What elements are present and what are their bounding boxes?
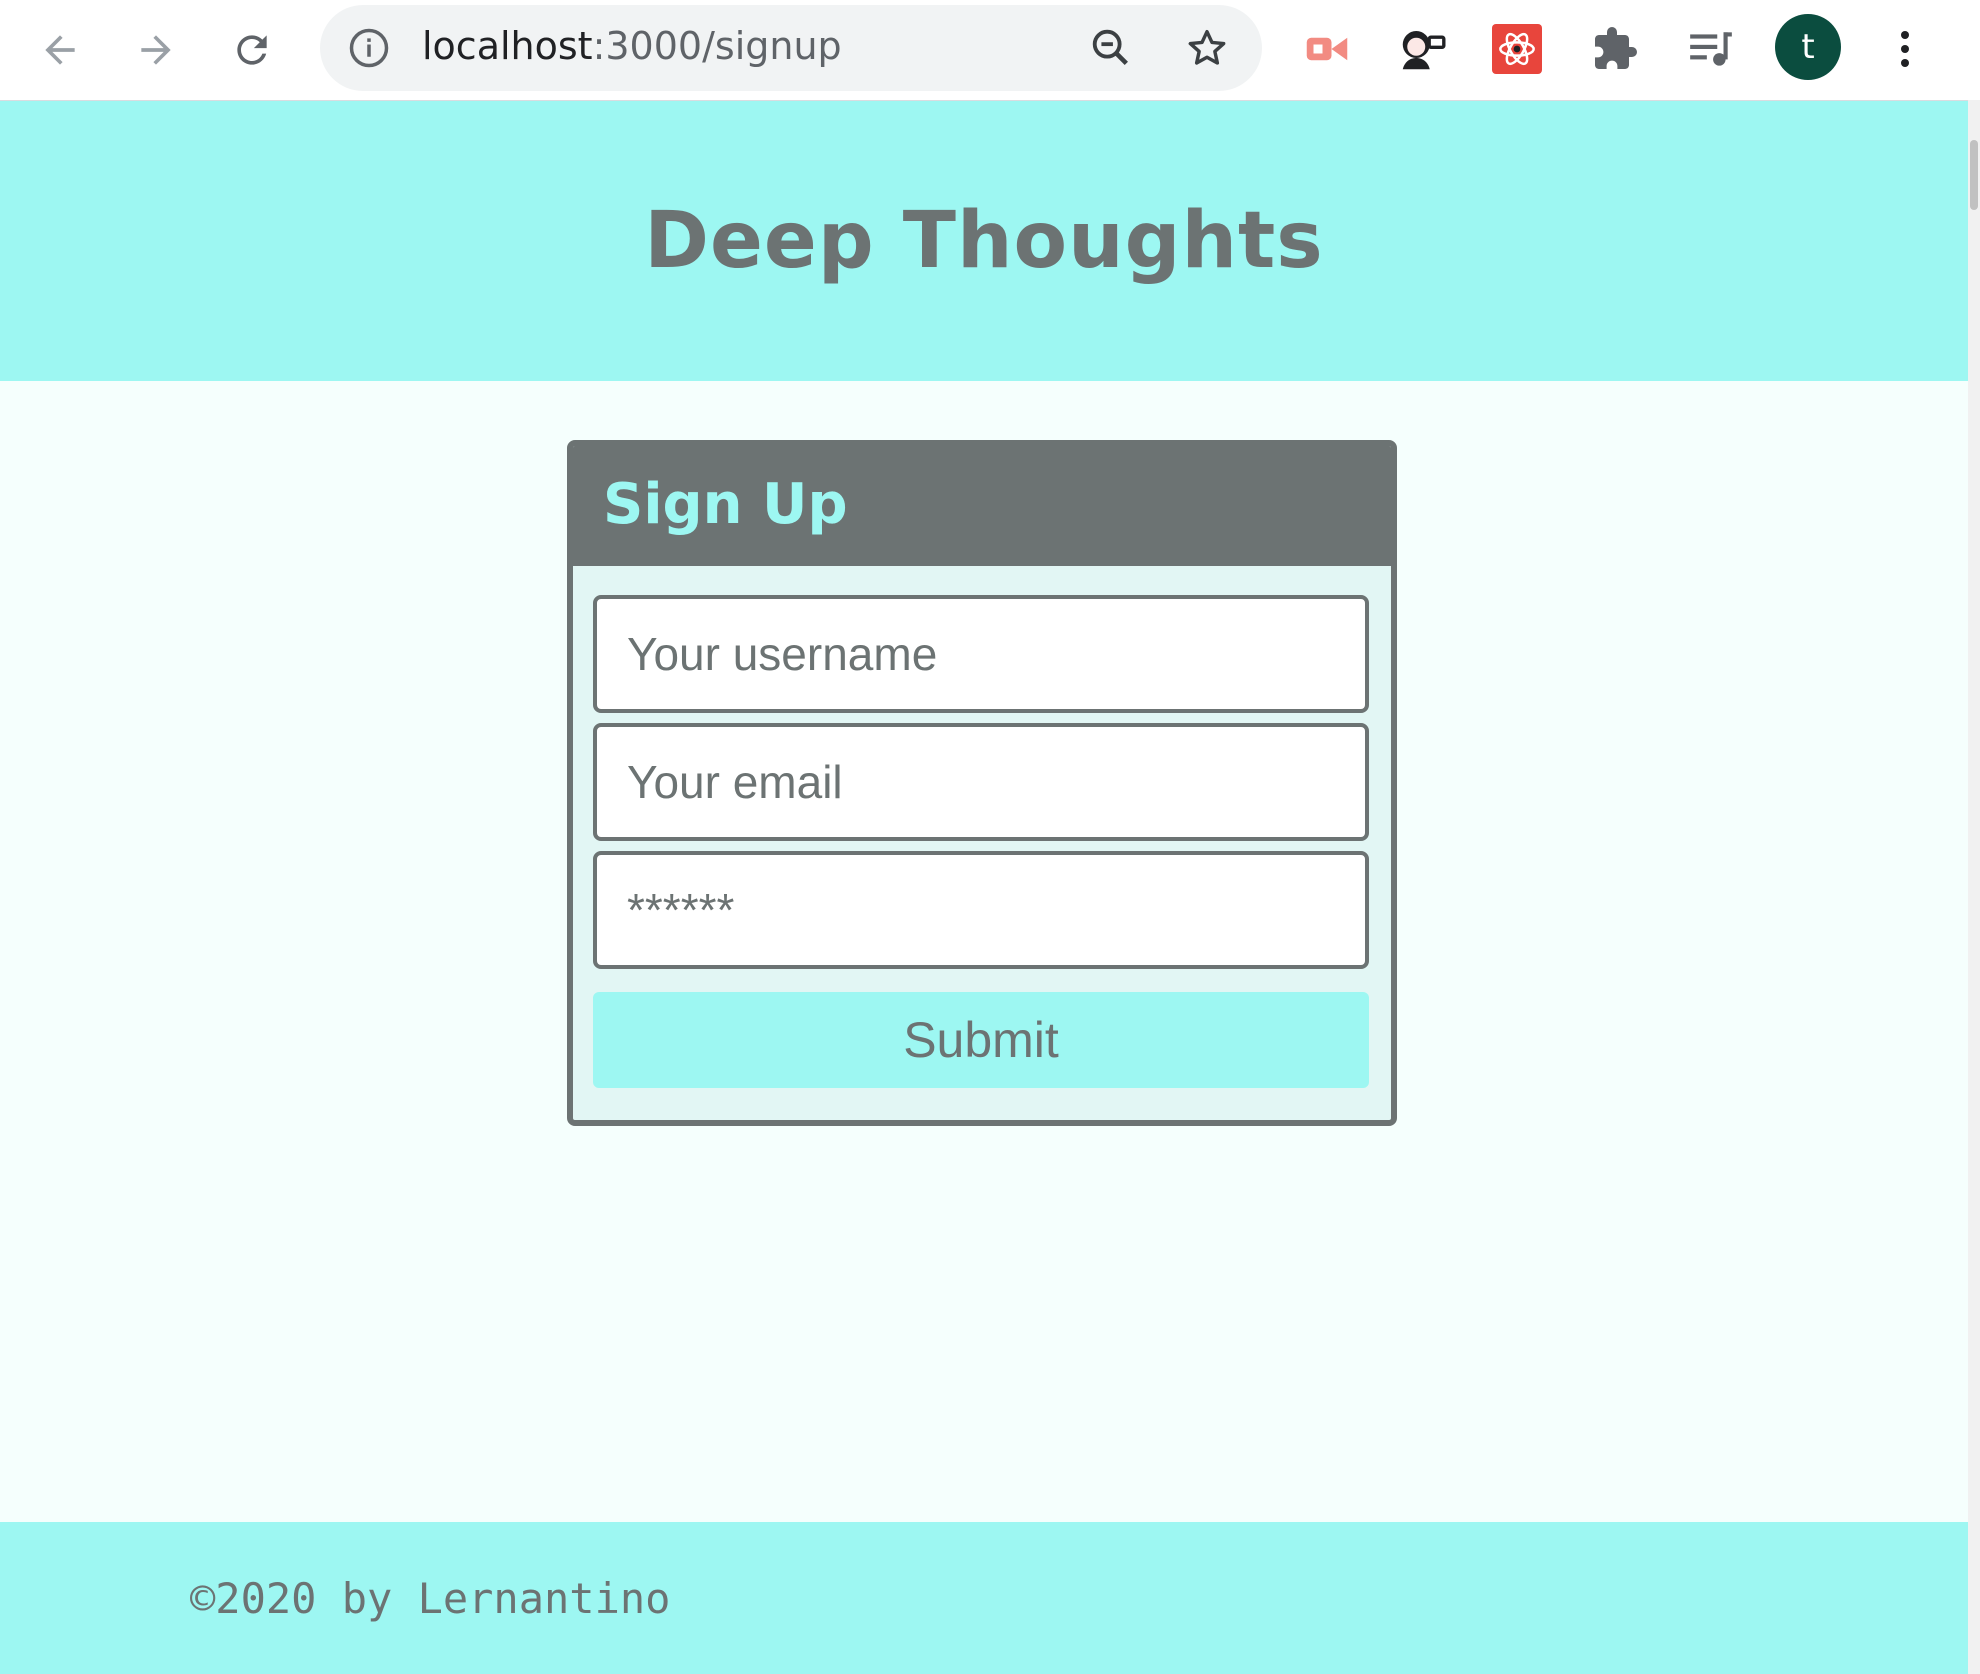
profile-initial: t	[1801, 27, 1815, 67]
email-input[interactable]	[593, 723, 1369, 841]
forward-button[interactable]	[124, 18, 188, 82]
site-footer: ©2020 by Lernantino	[0, 1522, 1968, 1674]
extension-react-devtools[interactable]	[1492, 24, 1542, 74]
puzzle-icon	[1595, 27, 1637, 69]
site-title[interactable]: Deep Thoughts	[644, 196, 1323, 286]
extension-icon	[1306, 37, 1348, 61]
extension-icon	[1499, 32, 1535, 66]
scrollbar-thumb[interactable]	[1970, 140, 1978, 210]
submit-button[interactable]: Submit	[593, 992, 1369, 1088]
username-input[interactable]	[593, 595, 1369, 713]
browser-menu-button[interactable]	[1878, 22, 1932, 76]
footer-copyright: ©2020 by Lernantino	[190, 1574, 671, 1623]
more-vert-icon	[1901, 31, 1909, 67]
extension-recorder[interactable]	[1300, 22, 1354, 76]
star-icon[interactable]	[1184, 25, 1230, 71]
media-control-icon	[1690, 32, 1732, 66]
url-path: :3000/signup	[592, 24, 842, 68]
url-text[interactable]: localhost:3000/signup	[422, 24, 842, 68]
reload-icon	[237, 35, 267, 65]
address-bar[interactable]: localhost:3000/signup	[320, 5, 1262, 91]
profile-avatar[interactable]: t	[1775, 14, 1841, 80]
extension-avatar[interactable]	[1396, 22, 1450, 76]
signup-title: Sign Up	[603, 472, 848, 537]
reload-button[interactable]	[220, 18, 284, 82]
site-header: Deep Thoughts	[0, 101, 1968, 381]
back-button[interactable]	[28, 18, 92, 82]
forward-arrow-icon	[141, 35, 171, 65]
info-icon[interactable]	[348, 27, 390, 69]
media-control-button[interactable]	[1684, 22, 1738, 76]
signup-card-header: Sign Up	[573, 446, 1391, 566]
zoom-out-icon[interactable]	[1088, 25, 1134, 71]
extensions-button[interactable]	[1588, 22, 1642, 76]
signup-card: Sign Up Submit	[567, 440, 1397, 1126]
password-input[interactable]	[593, 851, 1369, 969]
extension-icon	[1402, 31, 1446, 70]
page-scrollbar[interactable]	[1968, 100, 1980, 1674]
url-host: localhost	[422, 24, 593, 68]
browser-toolbar: localhost:3000/signup t	[0, 0, 1980, 101]
back-arrow-icon	[45, 35, 75, 65]
